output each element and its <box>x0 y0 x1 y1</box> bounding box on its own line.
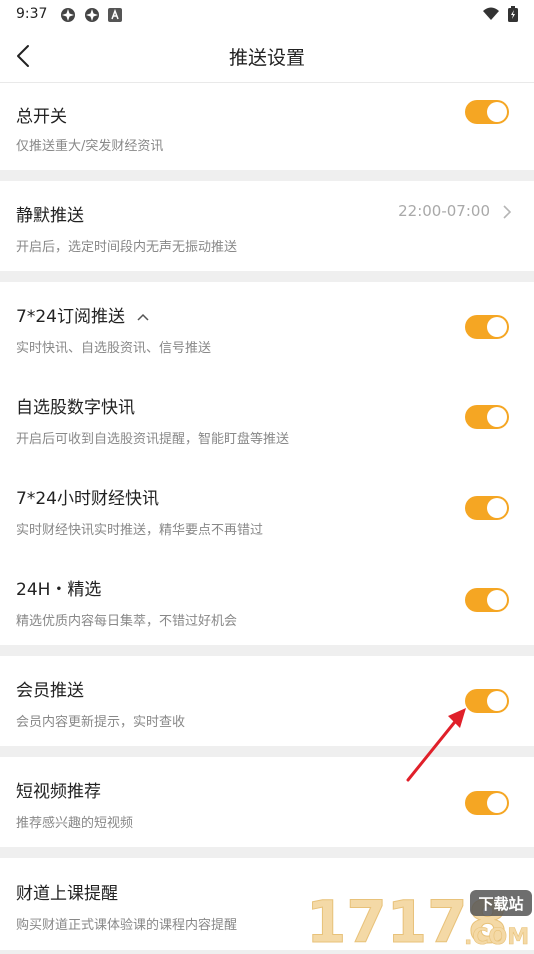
724-subscription-toggle[interactable] <box>465 315 509 339</box>
toggle-knob <box>487 691 507 711</box>
notification-app-icon <box>85 8 99 22</box>
724-news-toggle[interactable] <box>465 496 509 520</box>
section-member: 会员推送 会员内容更新提示，实时查收 <box>0 656 534 746</box>
toggle-knob <box>487 498 507 518</box>
watermark-logo: 17178 下载站 .COM <box>306 884 534 954</box>
row-subtitle: 实时快讯、自选股资讯、信号推送 <box>16 341 212 356</box>
header-bar: 推送设置 <box>0 30 534 83</box>
section-subscriptions: 7*24订阅推送 实时快讯、自选股资讯、信号推送 自选股数字快讯 开启后可收到自… <box>0 282 534 645</box>
chevron-right-icon <box>503 205 512 219</box>
wifi-icon <box>483 7 499 20</box>
row-title: 短视频推荐 <box>16 782 101 802</box>
battery-icon <box>508 6 518 22</box>
notification-app-icon <box>61 8 75 22</box>
short-video-toggle[interactable] <box>465 791 509 815</box>
row-title: 7*24订阅推送 <box>16 302 150 327</box>
section-video: 短视频推荐 推荐感兴趣的短视频 <box>0 757 534 847</box>
row-title: 总开关 <box>16 107 67 127</box>
chevron-up-icon[interactable] <box>136 312 150 322</box>
row-title: 会员推送 <box>16 681 84 701</box>
row-724-news: 7*24小时财经快讯 实时财经快讯实时推送，精华要点不再错过 <box>0 463 534 554</box>
row-724-subscription: 7*24订阅推送 实时快讯、自选股资讯、信号推送 <box>0 282 534 372</box>
24h-picks-toggle[interactable] <box>465 588 509 612</box>
row-title: 财道上课提醒 <box>16 884 118 904</box>
section-master: 总开关 仅推送重大/突发财经资讯 <box>0 83 534 170</box>
row-title: 24H・精选 <box>16 580 102 600</box>
master-switch-toggle[interactable] <box>465 100 509 124</box>
row-subtitle: 开启后，选定时间段内无声无振动推送 <box>16 240 238 255</box>
toggle-knob <box>487 317 507 337</box>
watermark-graphic: 17178 下载站 .COM <box>306 888 532 954</box>
row-subtitle: 仅推送重大/突发财经资讯 <box>16 139 164 154</box>
row-subtitle: 购买财道正式课体验课的课程内容提醒 <box>16 918 238 933</box>
row-short-video: 短视频推荐 推荐感兴趣的短视频 <box>0 757 534 847</box>
status-icons-left <box>60 7 122 23</box>
status-time: 9:37 <box>16 6 48 22</box>
row-subtitle: 推荐感兴趣的短视频 <box>16 816 134 831</box>
page-title: 推送设置 <box>228 47 305 69</box>
row-title: 静默推送 <box>16 206 84 226</box>
toggle-knob <box>487 102 507 122</box>
toggle-knob <box>487 590 507 610</box>
toggle-knob <box>487 407 507 427</box>
row-subtitle: 开启后可收到自选股资讯提醒，智能盯盘等推送 <box>16 432 290 447</box>
watchlist-alerts-toggle[interactable] <box>465 405 509 429</box>
row-member-push: 会员推送 会员内容更新提示，实时查收 <box>0 656 534 746</box>
row-subtitle: 精选优质内容每日集萃，不错过好机会 <box>16 614 238 629</box>
font-app-icon <box>108 8 122 22</box>
status-bar: 9:37 <box>0 0 534 30</box>
section-quiet: 静默推送 开启后，选定时间段内无声无振动推送 22:00-07:00 <box>0 181 534 271</box>
row-master-switch: 总开关 仅推送重大/突发财经资讯 <box>0 83 534 170</box>
row-quiet-push[interactable]: 静默推送 开启后，选定时间段内无声无振动推送 22:00-07:00 <box>0 181 534 271</box>
quiet-time-range: 22:00-07:00 <box>398 202 490 220</box>
watermark-site: .COM <box>464 925 529 950</box>
status-icons-right <box>482 6 518 22</box>
watermark-tag: 下载站 <box>478 895 523 913</box>
row-title: 7*24小时财经快讯 <box>16 489 159 509</box>
member-push-toggle[interactable] <box>465 689 509 713</box>
toggle-knob <box>487 793 507 813</box>
row-subtitle: 会员内容更新提示，实时查收 <box>16 715 186 730</box>
row-24h-picks: 24H・精选 精选优质内容每日集萃，不错过好机会 <box>0 554 534 645</box>
row-watchlist-alerts: 自选股数字快讯 开启后可收到自选股资讯提醒，智能盯盘等推送 <box>0 372 534 463</box>
row-title-text: 7*24订阅推送 <box>16 307 125 327</box>
row-title: 自选股数字快讯 <box>16 398 135 418</box>
row-subtitle: 实时财经快讯实时推送，精华要点不再错过 <box>16 523 264 538</box>
